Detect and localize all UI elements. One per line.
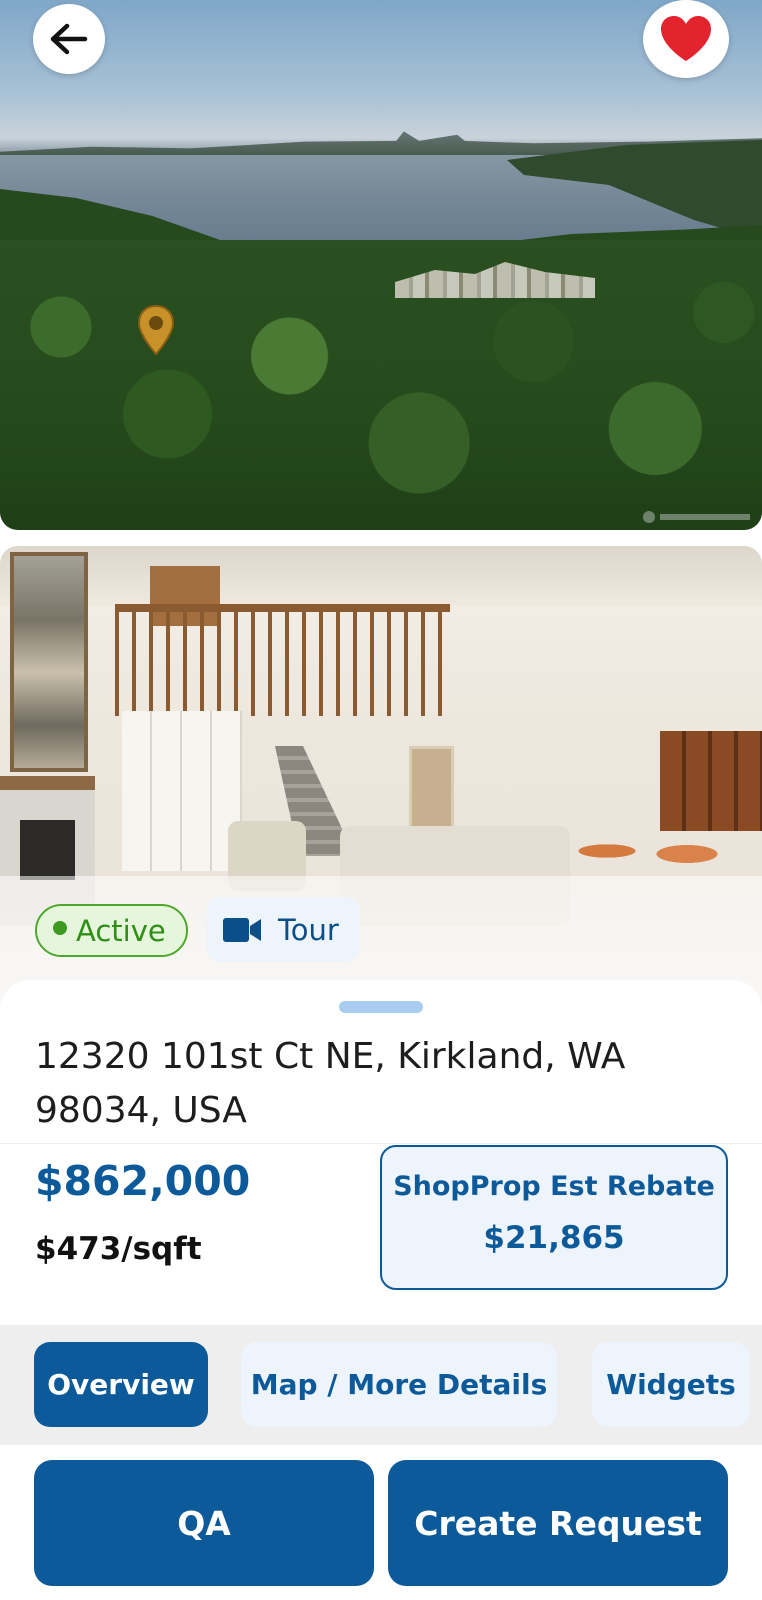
price-per-sqft: $473/sqft bbox=[35, 1231, 202, 1267]
china-cabinet bbox=[660, 731, 762, 831]
arrow-left-icon bbox=[50, 23, 88, 55]
divider bbox=[0, 1143, 762, 1144]
rebate-label: ShopProp Est Rebate bbox=[393, 1171, 715, 1202]
status-badge: Active bbox=[35, 904, 188, 957]
loft-railing bbox=[115, 604, 450, 716]
tour-button[interactable]: Tour bbox=[206, 897, 360, 962]
tour-label: Tour bbox=[278, 912, 339, 947]
forest bbox=[0, 240, 762, 530]
create-request-button[interactable]: Create Request bbox=[388, 1460, 728, 1586]
status-dot-icon bbox=[53, 920, 67, 935]
ceiling bbox=[0, 546, 762, 606]
drag-handle[interactable] bbox=[339, 1001, 423, 1013]
heart-icon bbox=[661, 16, 711, 61]
rebate-card[interactable]: ShopProp Est Rebate $21,865 bbox=[380, 1145, 728, 1290]
qa-button[interactable]: QA bbox=[34, 1460, 374, 1586]
favorite-button[interactable] bbox=[643, 0, 729, 78]
dining-chairs bbox=[575, 821, 735, 881]
aerial-view-photo[interactable] bbox=[0, 0, 762, 530]
tab-widgets[interactable]: Widgets bbox=[592, 1342, 750, 1427]
listing-price: $862,000 bbox=[35, 1157, 251, 1205]
location-pin-icon bbox=[137, 304, 175, 356]
back-button[interactable] bbox=[33, 4, 105, 74]
tab-map-more-details[interactable]: Map / More Details bbox=[241, 1342, 557, 1427]
status-label: Active bbox=[76, 913, 166, 948]
video-camera-icon bbox=[223, 917, 261, 942]
wall-painting bbox=[10, 552, 88, 772]
wall-art bbox=[409, 746, 454, 831]
rebate-value: $21,865 bbox=[483, 1220, 625, 1256]
property-address: 12320 101st Ct NE, Kirkland, WA 98034, U… bbox=[35, 1036, 626, 1131]
watermark-icon bbox=[643, 511, 750, 523]
tab-overview[interactable]: Overview bbox=[34, 1342, 208, 1427]
kitchen-cabinets bbox=[122, 711, 242, 871]
